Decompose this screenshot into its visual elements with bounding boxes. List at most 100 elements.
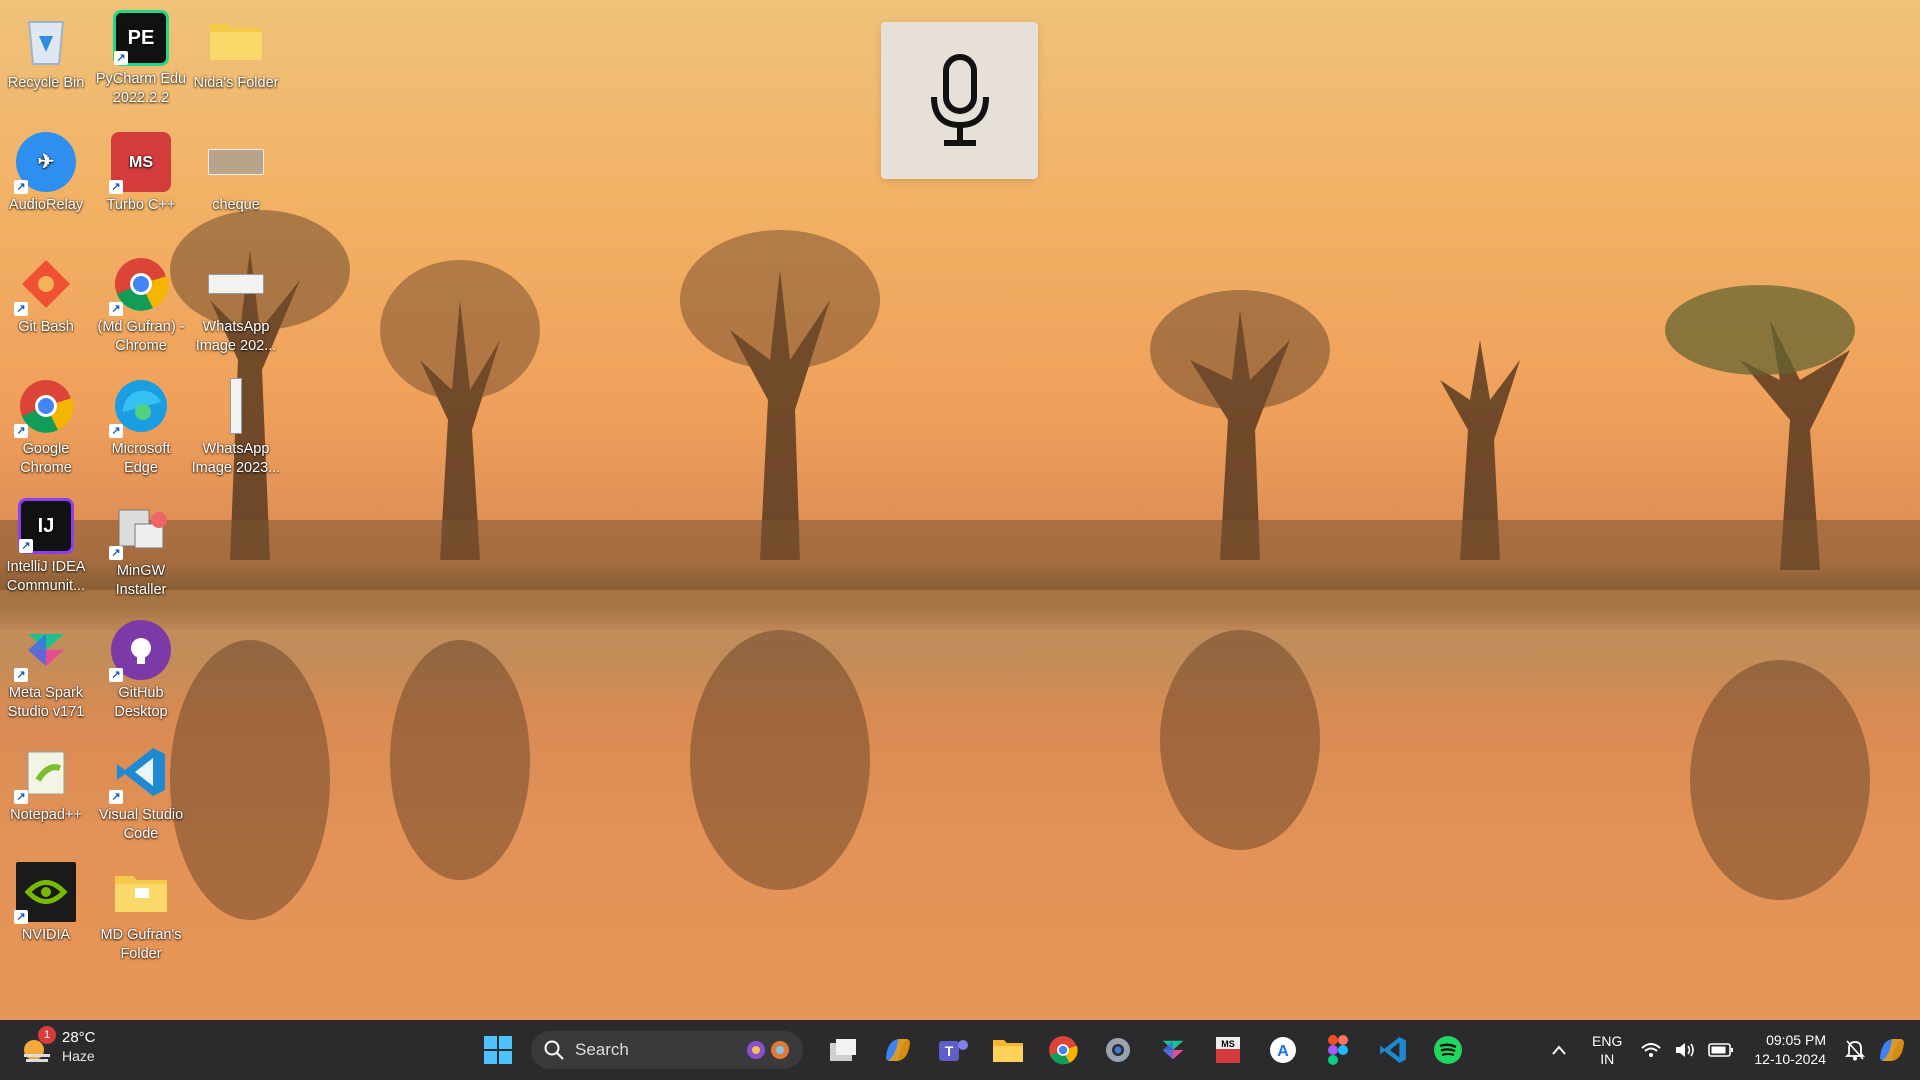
gear-icon: [1105, 1038, 1130, 1062]
git-bash-icon: ↗: [14, 254, 76, 316]
desktop-icon-label: MinGW Installer: [115, 563, 167, 598]
pycharm-icon: PE ↗: [113, 10, 169, 66]
task-view-icon: [829, 1039, 856, 1061]
desktop-icon-label: GitHub Desktop: [114, 685, 168, 720]
folder-icon: [992, 1040, 1023, 1062]
image-file-icon: [206, 132, 266, 192]
audiorelay-icon: ✈ ↗: [14, 132, 76, 194]
system-tray: ENG IN 09:05 PM 12-10-2024: [1544, 1020, 1920, 1080]
desktop-icon-label: (Md Gufran) - Chrome: [97, 319, 185, 354]
desktop-icon-label: Git Bash: [18, 319, 74, 335]
desktop-icon-label: Visual Studio Code: [98, 807, 184, 842]
taskbar-app-copilot[interactable]: [872, 1026, 924, 1074]
desktop-icon-turbo-c[interactable]: MS ↗ Turbo C++: [93, 132, 189, 215]
taskbar-app-turbo-c[interactable]: MS: [1202, 1026, 1254, 1074]
region-label: IN: [1600, 1051, 1615, 1067]
desktop-icon-meta-spark[interactable]: ↗ Meta Spark Studio v171: [0, 620, 94, 722]
teams-icon: T: [938, 1040, 968, 1061]
voice-access-mic-overlay[interactable]: [881, 22, 1038, 179]
taskbar-app-teams[interactable]: T: [927, 1026, 979, 1074]
bell-icon: [1845, 1040, 1865, 1061]
desktop-icon-whatsapp-image-1[interactable]: WhatsApp Image 202...: [188, 254, 284, 356]
desktop-icon-label: Notepad++: [10, 807, 82, 823]
search-highlight-icon: [745, 1039, 793, 1061]
desktop-icon-git-bash[interactable]: ↗ Git Bash: [0, 254, 94, 337]
chrome-icon: [1048, 1036, 1078, 1065]
desktop-icon-notepadpp[interactable]: ↗ Notepad++: [0, 742, 94, 825]
intellij-icon: IJ ↗: [18, 498, 74, 554]
wifi-icon: [1641, 1043, 1662, 1057]
taskbar-app-figma[interactable]: [1312, 1026, 1364, 1074]
desktop-icon-microsoft-edge[interactable]: ↗ Microsoft Edge: [93, 376, 189, 478]
spotify-icon: [1433, 1036, 1462, 1064]
turbo-c-icon: MS: [1215, 1037, 1240, 1063]
desktop-icon-label: WhatsApp Image 202...: [195, 319, 277, 354]
desktop-icon-intellij[interactable]: IJ ↗ IntelliJ IDEA Communit...: [0, 498, 94, 596]
desktop-icon-chrome-profile[interactable]: ↗ (Md Gufran) - Chrome: [93, 254, 189, 356]
desktop-icon-google-chrome[interactable]: ↗ Google Chrome: [0, 376, 94, 478]
svg-text:A: A: [1277, 1043, 1289, 1060]
image-file-icon: [206, 376, 266, 436]
show-hidden-icons-button[interactable]: [1544, 1044, 1574, 1056]
weather-widget[interactable]: 1 28°C Haze: [20, 1026, 96, 1066]
github-icon: ↗: [109, 620, 171, 682]
vscode-icon: [1379, 1037, 1406, 1063]
desktop-icon-md-gufrans-folder[interactable]: MD Gufran's Folder: [93, 862, 189, 964]
microphone-icon: [930, 53, 989, 146]
taskbar-app-spotify[interactable]: [1422, 1026, 1474, 1074]
desktop-icon-label: NVIDIA: [21, 927, 71, 943]
desktop-icon-github-desktop[interactable]: ↗ GitHub Desktop: [93, 620, 189, 722]
volume-icon: [1676, 1043, 1695, 1057]
desktop-icon-cheque[interactable]: cheque: [188, 132, 284, 215]
taskbar-center: Search T MS A: [470, 1020, 1475, 1080]
figma-icon: [1327, 1035, 1348, 1065]
taskbar-app-a[interactable]: A: [1257, 1026, 1309, 1074]
desktop-icon-vscode[interactable]: ↗ Visual Studio Code: [93, 742, 189, 844]
task-view-button[interactable]: [817, 1026, 869, 1074]
search-placeholder: Search: [575, 1040, 629, 1059]
desktop-icon-label: Nida's Folder: [193, 75, 279, 91]
desktop-icon-label: IntelliJ IDEA Communit...: [6, 559, 86, 594]
meta-spark-icon: ↗: [14, 620, 76, 682]
taskbar: 1 28°C Haze Search T MS A ENG IN 09:05 P…: [0, 1020, 1920, 1080]
desktop-icon-whatsapp-image-2[interactable]: WhatsApp Image 2023...: [188, 376, 284, 478]
turbo-c-icon: MS ↗: [109, 132, 171, 194]
chrome-icon: ↗: [14, 376, 76, 438]
search-icon: [544, 1040, 564, 1060]
battery-icon: [1708, 1043, 1734, 1057]
taskbar-app-settings[interactable]: [1092, 1026, 1144, 1074]
edge-icon: ↗: [109, 376, 171, 438]
copilot-icon: [1880, 1039, 1904, 1061]
meta-spark-icon: [1162, 1040, 1183, 1060]
desktop-icon-label: MD Gufran's Folder: [100, 927, 182, 962]
taskbar-clock[interactable]: 09:05 PM 12-10-2024: [1754, 1031, 1826, 1069]
taskbar-app-meta-spark[interactable]: [1147, 1026, 1199, 1074]
chrome-icon: ↗: [109, 254, 171, 316]
desktop-icon-label: PyCharm Edu 2022.2.2: [95, 71, 187, 106]
copilot-tray-button[interactable]: [1870, 1035, 1914, 1065]
notepadpp-icon: ↗: [14, 742, 76, 804]
desktop-icon-nvidia[interactable]: ↗ NVIDIA: [0, 862, 94, 945]
desktop-icon-label: Microsoft Edge: [111, 441, 171, 476]
desktop-icon-pycharm[interactable]: PE ↗ PyCharm Edu 2022.2.2: [93, 10, 189, 108]
taskbar-app-chrome[interactable]: [1037, 1026, 1089, 1074]
desktop-icon-nidas-folder[interactable]: Nida's Folder: [188, 10, 284, 93]
desktop-icon-recycle-bin[interactable]: Recycle Bin: [0, 10, 94, 93]
folder-icon: [111, 862, 171, 922]
input-language-button[interactable]: ENG IN: [1592, 1032, 1622, 1068]
language-label: ENG: [1592, 1033, 1623, 1049]
folder-icon: [206, 10, 266, 70]
desktop-icon-audiorelay[interactable]: ✈ ↗ AudioRelay: [0, 132, 94, 215]
start-button[interactable]: [472, 1026, 524, 1074]
quick-settings-button[interactable]: [1640, 1041, 1734, 1059]
mingw-icon: ↗: [109, 498, 171, 560]
taskbar-search[interactable]: Search: [531, 1031, 803, 1069]
taskbar-app-vscode[interactable]: [1367, 1026, 1419, 1074]
chevron-up-icon: [1552, 1045, 1566, 1055]
image-file-icon: [206, 254, 266, 314]
desktop-icon-mingw[interactable]: ↗ MinGW Installer: [93, 498, 189, 600]
weather-condition: Haze: [62, 1048, 95, 1064]
notifications-button[interactable]: [1840, 1039, 1870, 1061]
taskbar-app-file-explorer[interactable]: [982, 1026, 1034, 1074]
nvidia-icon: ↗: [14, 862, 76, 924]
